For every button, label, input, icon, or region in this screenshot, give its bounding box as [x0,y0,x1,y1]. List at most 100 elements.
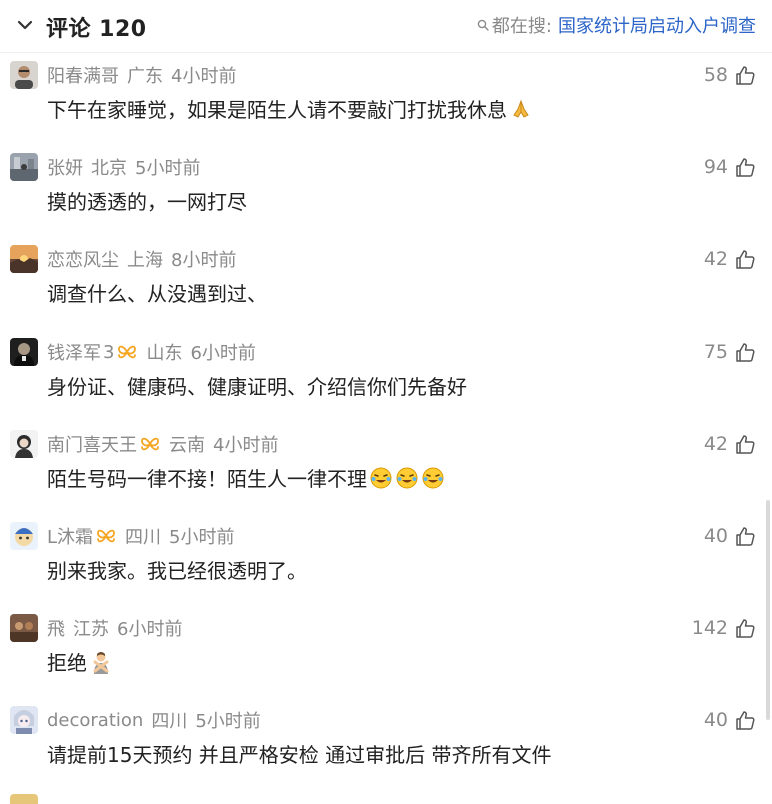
trending-prefix: 都在搜: [491,16,552,37]
thumbs-up-icon [736,250,755,269]
comment-item: 恋恋风尘 上海 8小时前 42 调查什么、从没遇到过、 [0,245,772,337]
laughing-crying-icon [422,467,444,488]
comment-meta: 阳春满哥 广东 4小时前 [47,62,236,88]
avatar[interactable] [10,430,38,458]
trending-search[interactable]: 都在搜: 国家统计局启动入户调查 [477,13,756,37]
like-count: 42 [703,433,728,455]
like-count: 94 [703,156,728,178]
thumbs-up-icon [736,158,755,177]
comment-body: 请提前15天预约 并且严格安检 通过审批后 带齐所有文件 [47,743,552,767]
comment-item: 阳春满哥 广东 4小时前 58 下午在家睡觉，如果是陌生人请不要敲门打扰我休息 [0,61,772,153]
like-count: 40 [703,525,728,547]
comment-text: 别来我家。我已经很透明了。 [47,555,307,584]
location: 广东 [127,66,163,87]
like-count: 75 [703,341,728,363]
like-button[interactable]: 42 [704,245,756,273]
comment-meta: 钱泽军 3 山东 6小时前 [47,339,256,365]
username[interactable]: 恋恋风尘 [47,246,119,272]
comment-meta: 恋恋风尘 上海 8小时前 [47,246,236,272]
chevron-down-icon[interactable] [14,14,36,36]
timestamp: 5小时前 [169,527,235,548]
comment-meta: 张妍 北京 5小时前 [47,154,200,180]
comment-text: 调查什么、从没遇到过、 [47,278,267,307]
comment-body: 陌生号码一律不接！陌生人一律不理 [47,467,367,491]
comment-text: 下午在家睡觉，如果是陌生人请不要敲门打扰我休息 [47,94,533,123]
thumbs-up-icon [736,343,755,362]
comment-item: 南门喜天王 云南 4小时前 42 陌生号码一律不接！陌生人一律不理 [0,430,772,522]
comment-body: 调查什么、从没遇到过、 [47,282,267,306]
laughing-crying-icon [396,467,418,488]
scrollbar[interactable] [766,500,770,720]
laughing-crying-icon [370,467,392,488]
like-button[interactable]: 94 [704,153,756,181]
user-level: 3 [103,341,115,363]
comment-body: 下午在家睡觉，如果是陌生人请不要敲门打扰我休息 [47,98,507,122]
comment-meta: 南门喜天王 云南 4小时前 [47,431,278,457]
avatar[interactable] [10,61,38,89]
avatar[interactable] [10,153,38,181]
comment-body: 摸的透透的，一网打尽 [47,190,247,214]
thumbs-up-icon [736,435,755,454]
username[interactable]: decoration [47,710,143,731]
thumbs-up-icon [736,66,755,85]
avatar[interactable] [10,245,38,273]
comment-body: 拒绝 [47,651,87,675]
thumbs-up-icon [736,619,755,638]
like-button[interactable]: 40 [704,706,756,734]
search-icon [477,19,489,31]
location: 江苏 [73,619,109,640]
comment-meta: 飛 江苏 6小时前 [47,615,182,641]
timestamp: 5小时前 [195,711,261,732]
timestamp: 6小时前 [190,343,256,364]
like-button[interactable]: 75 [704,338,756,366]
username[interactable]: 南门喜天王 [47,431,137,457]
timestamp: 8小时前 [171,250,237,271]
location: 北京 [91,158,127,179]
avatar[interactable] [10,614,38,642]
comments-header: 评论 120 都在搜: 国家统计局启动入户调查 [0,0,772,53]
trending-query-link[interactable]: 国家统计局启动入户调查 [558,12,756,38]
comment-text: 摸的透透的，一网打尽 [47,186,247,215]
comment-text: 身份证、健康码、健康证明、介绍信你们先备好 [47,371,467,400]
comment-text: 请提前15天预约 并且严格安检 通过审批后 带齐所有文件 [47,739,552,768]
comment-body: 别来我家。我已经很透明了。 [47,559,307,583]
like-button[interactable]: 142 [692,614,756,642]
comment-meta: decoration 四川 5小时前 [47,707,261,733]
thumbs-up-icon [736,527,755,546]
username[interactable]: 阳春满哥 [47,62,119,88]
username[interactable]: 飛 [47,615,65,641]
username[interactable]: 张妍 [47,154,83,180]
fan-badge-icon [97,529,115,543]
comment-text: 陌生号码一律不接！陌生人一律不理 [47,463,445,492]
comment-item: decoration 四川 5小时前 40 请提前15天预约 并且严格安检 通过… [0,706,772,798]
fan-badge-icon [141,437,159,451]
timestamp: 4小时前 [171,66,237,87]
location: 山东 [146,343,183,364]
avatar[interactable] [10,522,38,550]
timestamp: 5小时前 [135,158,201,179]
like-count: 142 [691,617,728,639]
fan-badge-icon [118,345,137,359]
comment-text: 拒绝 [47,647,113,676]
location: 云南 [169,435,205,456]
like-button[interactable]: 42 [704,430,756,458]
like-button[interactable]: 58 [704,61,756,89]
username[interactable]: L沐霜 [47,523,93,549]
location: 上海 [127,250,163,271]
comment-item: 张妍 北京 5小时前 94 摸的透透的，一网打尽 [0,153,772,245]
timestamp: 4小时前 [213,435,279,456]
location: 四川 [125,527,162,548]
like-count: 40 [703,709,728,731]
comment-item: 钱泽军 3 山东 6小时前 75 身份证、健康码、健康证明、介绍信你们先备好 [0,338,772,430]
avatar[interactable] [10,706,38,734]
comment-meta: L沐霜 四川 5小时前 [47,523,234,549]
thumbs-up-icon [736,711,755,730]
comment-item: 飛 江苏 6小时前 142 拒绝 [0,614,772,706]
like-button[interactable]: 40 [704,522,756,550]
avatar[interactable] [10,794,38,804]
like-count: 42 [703,248,728,270]
username[interactable]: 钱泽军 [47,339,101,365]
folded-hands-icon [513,99,529,118]
avatar[interactable] [10,338,38,366]
location: 四川 [151,711,188,732]
